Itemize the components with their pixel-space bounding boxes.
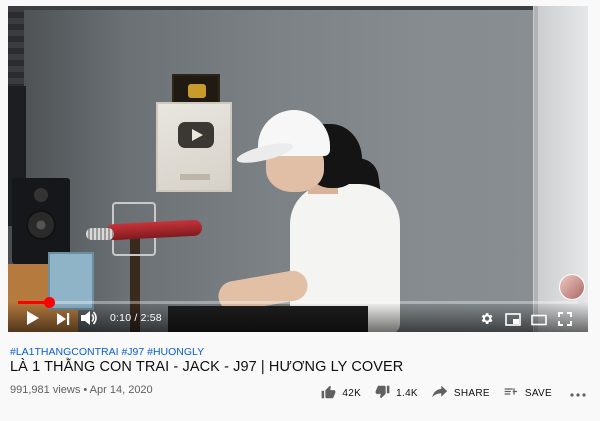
- video-frame: [8, 6, 588, 332]
- progress-bar[interactable]: [18, 297, 578, 308]
- fullscreen-button[interactable]: [558, 312, 572, 326]
- settings-button[interactable]: [479, 311, 494, 326]
- next-button[interactable]: [56, 312, 70, 326]
- share-label: SHARE: [453, 387, 490, 399]
- share-button[interactable]: SHARE: [432, 385, 490, 401]
- next-icon: [56, 312, 70, 326]
- volume-button[interactable]: [80, 310, 98, 326]
- view-count-date: 991,981 views • Apr 14, 2020: [10, 384, 153, 396]
- like-count: 42K: [342, 387, 362, 399]
- dislike-button[interactable]: 1.4K: [375, 385, 418, 402]
- action-bar: 42K 1.4K SHARE SAVE: [307, 384, 586, 402]
- save-button[interactable]: SAVE: [504, 385, 552, 401]
- gear-icon: [479, 311, 494, 326]
- thumbs-up-icon: [321, 385, 336, 402]
- play-icon: [26, 310, 40, 326]
- video-player[interactable]: 0:10 / 2:58: [8, 6, 588, 332]
- more-icon: [570, 384, 586, 402]
- video-title: LÀ 1 THẰNG CON TRAI - JACK - J97 | HƯƠNG…: [10, 359, 404, 375]
- volume-icon: [80, 310, 98, 326]
- theater-button[interactable]: [531, 314, 547, 326]
- dislike-count: 1.4K: [396, 387, 418, 399]
- share-icon: [432, 385, 448, 401]
- like-button[interactable]: 42K: [321, 385, 361, 402]
- more-actions-button[interactable]: [570, 384, 586, 402]
- miniplayer-icon: [505, 313, 521, 326]
- theater-icon: [531, 314, 547, 326]
- thumbs-down-icon: [375, 385, 390, 402]
- fullscreen-icon: [558, 312, 572, 326]
- miniplayer-button[interactable]: [505, 313, 521, 326]
- save-label: SAVE: [524, 387, 552, 399]
- watch-page: 0:10 / 2:58 #LA1THANGCONTRAI #J97 #HUONG…: [0, 0, 600, 421]
- play-button[interactable]: [26, 310, 40, 326]
- channel-watermark[interactable]: [559, 274, 585, 300]
- hashtag-links[interactable]: #LA1THANGCONTRAI #J97 #HUONGLY: [10, 346, 204, 358]
- time-display: 0:10 / 2:58: [110, 312, 162, 324]
- playlist-add-icon: [504, 385, 519, 401]
